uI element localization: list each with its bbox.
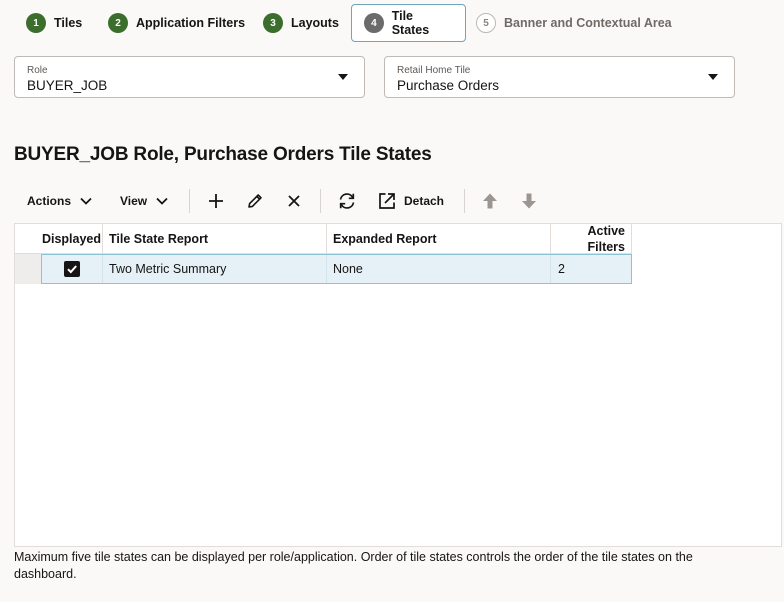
cell-expanded-report: None <box>327 255 551 283</box>
caret-down-icon <box>708 74 718 80</box>
step-label: Application Filters <box>136 16 246 30</box>
step-application-filters[interactable]: 2 Application Filters <box>108 4 245 42</box>
chevron-down-icon <box>80 197 92 205</box>
row-header-cell <box>15 254 41 284</box>
edit-icon <box>248 194 262 208</box>
cell-displayed <box>42 255 103 283</box>
step-number: 1 <box>26 13 46 33</box>
step-layouts[interactable]: 3 Layouts <box>263 4 339 42</box>
displayed-checkbox[interactable] <box>64 261 80 277</box>
detach-label: Detach <box>404 194 445 208</box>
tile-states-table: Displayed Tile State Report Expanded Rep… <box>14 223 782 547</box>
view-label: View <box>120 194 148 208</box>
cell-active-filters: 2 <box>558 262 565 276</box>
step-label: Banner and Contextual Area <box>504 16 672 30</box>
detach-icon <box>379 193 395 209</box>
column-header-tile-state-report[interactable]: Tile State Report <box>103 224 327 254</box>
column-header-expanded-report[interactable]: Expanded Report <box>327 224 551 254</box>
step-label: Tile States <box>391 9 430 37</box>
delete-button[interactable] <box>286 186 302 216</box>
column-header-active-filters[interactable]: Active Filters <box>551 224 632 254</box>
step-number: 2 <box>108 13 128 33</box>
page-title: BUYER_JOB Role, Purchase Orders Tile Sta… <box>14 144 432 165</box>
step-banner-contextual-area[interactable]: 5 Banner and Contextual Area <box>476 4 672 42</box>
table-toolbar: Actions View Detach <box>14 186 574 216</box>
detach-button[interactable]: Detach <box>378 186 444 216</box>
step-number: 4 <box>364 13 384 33</box>
view-menu-button[interactable]: View <box>120 186 169 216</box>
retail-home-tile-select[interactable]: Retail Home Tile Purchase Orders <box>384 56 735 98</box>
step-tiles[interactable]: 1 Tiles <box>26 4 82 42</box>
step-tile-states[interactable]: 4 Tile States <box>351 4 466 42</box>
add-icon <box>209 194 223 208</box>
refresh-button[interactable] <box>337 186 357 216</box>
column-header-displayed[interactable]: Displayed <box>41 224 103 254</box>
step-label: Tiles <box>54 16 83 30</box>
toolbar-divider <box>189 189 190 213</box>
move-down-icon <box>522 193 536 209</box>
toolbar-divider <box>320 189 321 213</box>
chevron-down-icon <box>156 197 168 205</box>
toolbar-divider <box>464 189 465 213</box>
table-header: Displayed Tile State Report Expanded Rep… <box>15 224 632 254</box>
edit-button[interactable] <box>246 186 264 216</box>
step-number: 3 <box>263 13 283 33</box>
add-button[interactable] <box>207 186 225 216</box>
move-down-button[interactable] <box>520 186 538 216</box>
checkmark-icon <box>67 265 77 274</box>
role-select-value: BUYER_JOB <box>27 78 108 93</box>
step-train: 1 Tiles 2 Application Filters 3 Layouts … <box>0 0 784 46</box>
table-row[interactable]: Two Metric Summary None 2 <box>41 254 632 284</box>
role-select-label: Role <box>27 65 48 76</box>
row-header-spacer <box>15 224 41 254</box>
move-up-icon <box>483 193 497 209</box>
actions-label: Actions <box>27 194 72 208</box>
role-select[interactable]: Role BUYER_JOB <box>14 56 365 98</box>
step-label: Layouts <box>291 16 339 30</box>
step-number: 5 <box>476 13 496 33</box>
tile-states-footnote: Maximum five tile states can be displaye… <box>14 550 693 581</box>
tile-select-value: Purchase Orders <box>397 78 500 93</box>
delete-icon <box>288 195 300 207</box>
actions-menu-button[interactable]: Actions <box>27 186 93 216</box>
cell-tile-state-report: Two Metric Summary <box>103 255 327 283</box>
tile-select-label: Retail Home Tile <box>397 65 471 76</box>
caret-down-icon <box>338 74 348 80</box>
move-up-button[interactable] <box>481 186 499 216</box>
active-filters-header-label: Active Filters <box>587 224 625 254</box>
refresh-icon <box>339 193 355 209</box>
